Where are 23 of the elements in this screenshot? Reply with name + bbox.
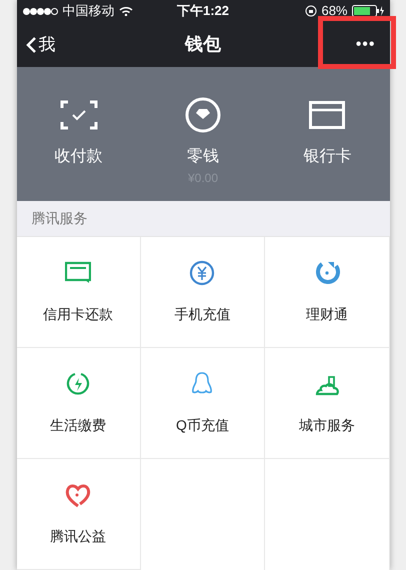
carrier-label: 中国移动 [62, 2, 114, 20]
section-title: 腾讯服务 [32, 209, 88, 228]
service-tile[interactable]: 腾讯公益 [16, 459, 141, 570]
service-tile[interactable]: 城市服务 [265, 348, 390, 459]
wallet-action[interactable]: 收付款 [16, 95, 141, 202]
service-tile[interactable]: 手机充值 [140, 237, 266, 348]
scan-check-icon [60, 100, 98, 130]
wallet-action[interactable]: 银行卡 [265, 95, 390, 202]
page-title: 钱包 [185, 33, 221, 56]
service-tile[interactable]: Q币充值 [140, 348, 266, 459]
rotation-lock-icon [305, 5, 318, 17]
card-icon [309, 101, 346, 129]
clock-time: 下午1:22 [176, 2, 230, 20]
chevron-left-icon [24, 36, 36, 54]
service-tile[interactable]: 生活缴费 [16, 348, 141, 459]
service-tile[interactable]: 理财通 [265, 237, 390, 348]
battery-percent: 68% [321, 2, 348, 20]
service-tile[interactable]: 信用卡还款 [16, 237, 141, 348]
wifi-icon [118, 6, 132, 16]
back-button[interactable]: 我 [24, 32, 56, 58]
signal-icon [22, 8, 58, 14]
more-button[interactable]: ••• [356, 32, 376, 56]
battery-icon [352, 5, 384, 17]
